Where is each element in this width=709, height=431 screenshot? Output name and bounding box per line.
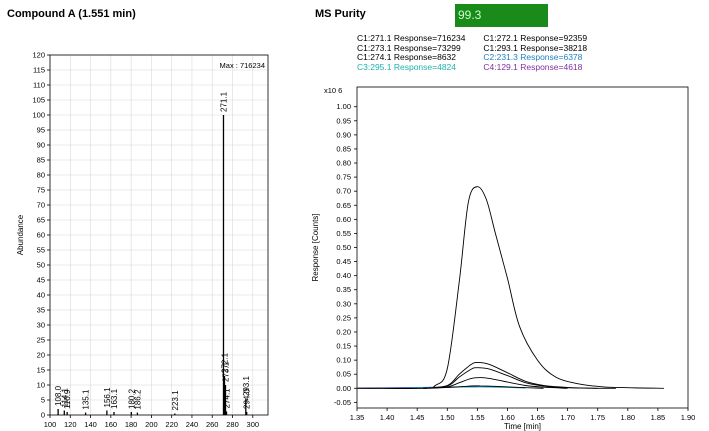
y-tick-label: 0.95: [336, 116, 351, 125]
y-tick-label: 120: [32, 51, 45, 60]
x-tick-label: 1.75: [590, 413, 605, 422]
y-tick-label: 1.00: [336, 102, 351, 111]
y-tick-label: 35: [37, 306, 45, 315]
y-tick-label: 90: [37, 141, 45, 150]
plot-frame: [356, 86, 689, 409]
y-tick-label: 0.20: [336, 327, 351, 336]
y-scale-label: x10 6: [324, 86, 342, 95]
y-tick-label: 100: [32, 111, 45, 120]
y-tick-label: 0.75: [336, 173, 351, 182]
x-tick-label: 1.50: [440, 413, 455, 422]
y-tick-label: 0.05: [336, 370, 351, 379]
y-axis-label: Abundance: [16, 214, 25, 255]
y-tick-label: 0.50: [336, 243, 351, 252]
x-tick-label: 1.65: [530, 413, 545, 422]
y-tick-label: 0.10: [336, 356, 351, 365]
x-tick-label: 280: [226, 420, 239, 429]
chromatogram-line: [356, 186, 664, 389]
y-tick-label: 45: [37, 276, 45, 285]
x-tick-label: 100: [44, 420, 57, 429]
x-tick-label: 120: [64, 420, 77, 429]
peak-label: 135.1: [82, 389, 91, 410]
y-tick-label: 75: [37, 186, 45, 195]
y-tick-label: 80: [37, 171, 45, 180]
y-tick-label: 0.85: [336, 144, 351, 153]
x-tick-label: 1.80: [621, 413, 636, 422]
x-tick-label: 1.55: [470, 413, 485, 422]
x-tick-label: 140: [84, 420, 97, 429]
y-tick-label: 0.30: [336, 299, 351, 308]
y-tick-label: 0.40: [336, 271, 351, 280]
x-tick-label: 260: [206, 420, 219, 429]
y-tick-label: 60: [37, 231, 45, 240]
peak-label: 271.1: [219, 91, 228, 112]
x-tick-label: 220: [165, 420, 178, 429]
y-tick-label: 50: [37, 261, 45, 270]
y-tick-label: 95: [37, 126, 45, 135]
x-tick-label: 1.85: [651, 413, 666, 422]
y-tick-label: 105: [32, 96, 45, 105]
chromatogram-line: [423, 367, 598, 389]
y-tick-label: 110: [33, 81, 45, 90]
y-tick-label: 70: [37, 201, 45, 210]
y-tick-label: 55: [37, 246, 45, 255]
y-tick-label: 25: [37, 336, 45, 345]
x-tick-label: 1.60: [500, 413, 515, 422]
x-tick-label: 160: [105, 420, 118, 429]
y-tick-label: 0.65: [336, 201, 351, 210]
peak-label: 186.2: [133, 389, 142, 410]
y-tick-label: 30: [37, 321, 45, 330]
y-tick-label: 20: [37, 351, 45, 360]
charts-canvas: 0 5 10 15 20 25 30 35 40 45 50 55 60 65 70 75 80 85 90 95 10…: [16, 51, 696, 431]
x-tick-label: 1.45: [410, 413, 425, 422]
y-tick-label: 0.90: [336, 130, 351, 139]
x-tick-label: 240: [186, 420, 199, 429]
x-tick-label: 200: [145, 420, 158, 429]
y-tick-label: 0.70: [336, 187, 351, 196]
y-tick-label: 10: [37, 381, 45, 390]
peak-label: 116.9: [63, 389, 72, 409]
y-tick-label: 115: [33, 66, 45, 75]
x-tick-label: 1.40: [380, 413, 395, 422]
y-tick-label: 0.55: [336, 229, 351, 238]
y-tick-label: 0.35: [336, 285, 351, 294]
peak-label: 223.1: [171, 390, 180, 411]
x-tick-label: 180: [125, 420, 138, 429]
y-tick-label: -0.05: [334, 398, 351, 407]
y-tick-label: 5: [41, 396, 45, 405]
y-axis-label: Response [Counts]: [311, 213, 320, 281]
x-tick-label: 1.70: [560, 413, 575, 422]
peak-label: 294.0: [243, 388, 252, 409]
y-tick-label: 15: [37, 366, 45, 375]
peak-label: 273.1: [222, 361, 231, 382]
max-annotation: Max : 716234: [220, 61, 265, 70]
y-tick-label: 40: [37, 291, 45, 300]
x-axis-label: Time [min]: [504, 422, 541, 431]
y-tick-label: 0.60: [336, 215, 351, 224]
x-tick-label: 1.35: [350, 413, 365, 422]
peak-label: 163.1: [110, 388, 119, 409]
y-tick-label: 65: [37, 216, 45, 225]
y-tick-label: 85: [37, 156, 45, 165]
y-tick-label: 0.80: [336, 159, 351, 168]
peak-label: 274.1: [223, 388, 232, 409]
y-tick-label: 0.45: [336, 257, 351, 266]
y-tick-label: 0.00: [336, 384, 351, 393]
y-tick-label: 0.15: [336, 342, 351, 351]
x-tick-label: 300: [247, 420, 260, 429]
x-tick-label: 1.90: [681, 413, 696, 422]
y-tick-label: 0: [41, 411, 45, 420]
y-tick-label: 0.25: [336, 313, 351, 322]
